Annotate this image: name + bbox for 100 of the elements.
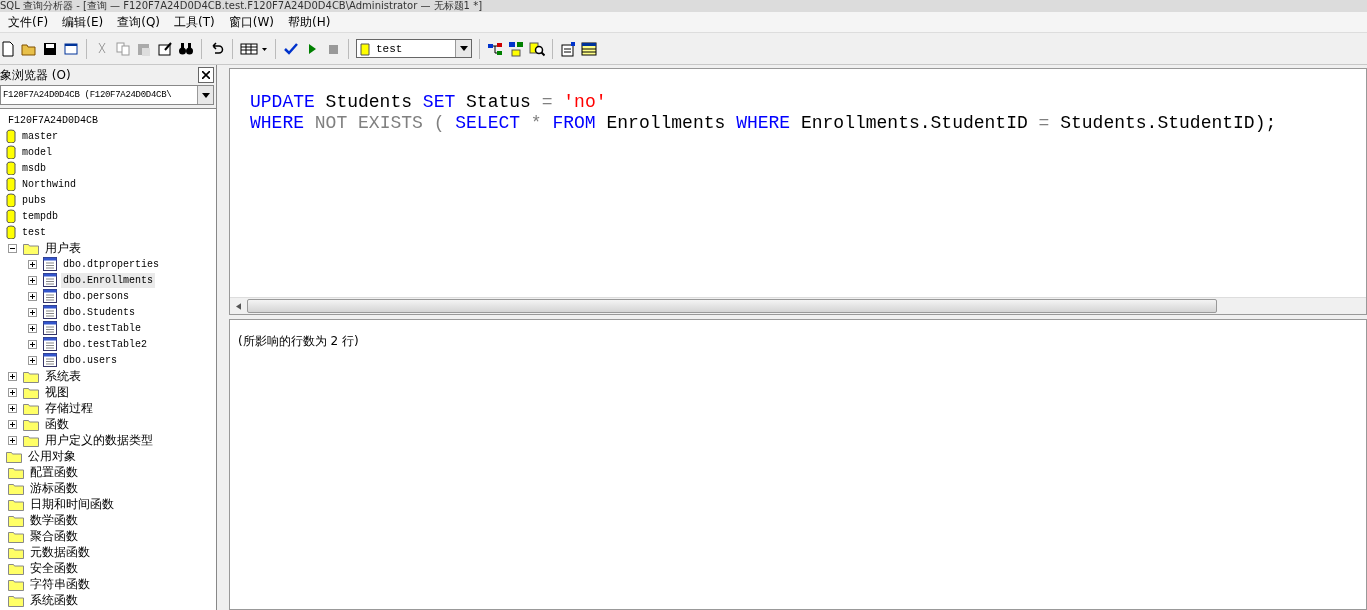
table-icon (43, 305, 57, 319)
tree-item[interactable]: Northwind (20, 176, 78, 192)
folder-icon (8, 513, 24, 527)
folder-icon (23, 401, 39, 415)
binoculars-icon[interactable] (178, 40, 194, 57)
tree-item[interactable]: 聚合函数 (28, 528, 80, 544)
tree-item[interactable]: test (20, 224, 48, 240)
expander-icon[interactable] (28, 259, 37, 269)
tree-item[interactable]: 元数据函数 (28, 544, 92, 560)
folder-icon (23, 433, 39, 447)
tree-item[interactable]: 用户表 (43, 240, 83, 256)
expander-icon[interactable] (8, 435, 17, 445)
expander-icon[interactable] (8, 371, 17, 381)
tree-item[interactable]: 视图 (43, 384, 71, 400)
database-icon (6, 129, 16, 143)
tree-item[interactable]: 公用对象 (26, 448, 78, 464)
database-icon (360, 41, 370, 56)
objects-icon[interactable] (508, 40, 524, 57)
folder-icon (23, 417, 39, 431)
tree-item[interactable]: dbo.dtproperties (61, 256, 161, 272)
tree-item[interactable]: dbo.testTable2 (61, 336, 149, 352)
edit-icon[interactable] (157, 40, 173, 57)
table-icon[interactable] (581, 40, 597, 57)
tree-item[interactable]: F120F7A24D0D4CB (6, 112, 100, 128)
menu-item[interactable]: 工具(T) (174, 13, 215, 31)
new-file-icon[interactable] (0, 40, 16, 57)
caret-icon[interactable] (459, 46, 468, 51)
tree-item[interactable]: 函数 (43, 416, 71, 432)
expander-icon[interactable] (8, 243, 17, 253)
expander-icon[interactable] (28, 323, 37, 333)
tree-item[interactable]: tempdb (20, 208, 60, 224)
tree-item[interactable]: 系统表 (43, 368, 83, 384)
database-icon (6, 177, 16, 191)
tree-item[interactable]: pubs (20, 192, 48, 208)
tree-item[interactable]: 字符串函数 (28, 576, 92, 592)
database-icon (6, 193, 16, 207)
menu-item[interactable]: 编辑(E) (62, 13, 104, 31)
tree-item[interactable]: 数学函数 (28, 512, 80, 528)
table-icon (43, 337, 57, 351)
window-title: SQL 查询分析器 - [查询 — F120F7A24D0D4CB.test.F120F7A24D0D4CB\Administrator — 无标题1 *] (0, 0, 483, 12)
table-icon (43, 257, 57, 271)
database-icon (6, 161, 16, 175)
database-icon (6, 209, 16, 223)
tree-item[interactable]: 用户定义的数据类型 (43, 432, 155, 448)
menu-item[interactable]: 文件(F) (8, 13, 49, 31)
menu-item[interactable]: 窗口(W) (228, 13, 274, 31)
plan-icon[interactable] (487, 40, 503, 57)
server-dropdown[interactable]: F120F7A24D0D4CB (F120F7A24D0D4CB\ (0, 85, 214, 105)
tree-item[interactable]: dbo.persons (61, 288, 131, 304)
folder-icon (6, 449, 22, 463)
close-button[interactable] (198, 67, 214, 83)
search-icon[interactable] (529, 40, 545, 57)
table-icon (43, 289, 57, 303)
tree-item[interactable]: msdb (20, 160, 48, 176)
expander-icon[interactable] (8, 419, 17, 429)
tree-item[interactable]: dbo.users (61, 352, 119, 368)
code-line: UPDATE Students SET Status = 'no' (250, 92, 608, 113)
tree-item[interactable]: dbo.testTable (61, 320, 143, 336)
caret-icon[interactable] (201, 92, 210, 98)
tree-item[interactable]: 日期和时间函数 (28, 496, 116, 512)
properties-icon[interactable] (560, 40, 576, 57)
folder-icon (8, 497, 24, 511)
expander-icon[interactable] (28, 355, 37, 365)
tree-item[interactable]: dbo.Students (61, 304, 137, 320)
tree-item[interactable]: 配置函数 (28, 464, 80, 480)
tree-item[interactable]: 存储过程 (43, 400, 95, 416)
database-icon (6, 145, 16, 159)
close-icon[interactable] (202, 71, 210, 79)
folder-icon (23, 369, 39, 383)
tree-item[interactable]: dbo.Enrollments (61, 272, 155, 288)
undo-icon[interactable] (209, 40, 225, 57)
result-message: (所影响的行数为 2 行) (238, 334, 359, 348)
tree-item[interactable]: 系统函数 (28, 592, 80, 608)
folder-icon (8, 481, 24, 495)
tree-item[interactable]: 游标函数 (28, 480, 80, 496)
database-dropdown[interactable]: test (356, 39, 472, 58)
save-icon[interactable] (42, 40, 58, 57)
menu-item[interactable]: 查询(Q) (117, 13, 161, 31)
expander-icon[interactable] (28, 291, 37, 301)
scroll-left-icon[interactable] (236, 302, 241, 310)
expander-icon[interactable] (28, 275, 37, 285)
folder-icon (23, 385, 39, 399)
folder-icon (8, 529, 24, 543)
horizontal-scrollbar[interactable] (230, 297, 1366, 314)
window-icon[interactable] (63, 40, 79, 57)
expander-icon[interactable] (8, 387, 17, 397)
tree-item[interactable]: model (20, 144, 54, 160)
folder-icon (8, 593, 24, 607)
code-line: WHERE NOT EXISTS ( SELECT * FROM Enrollments WHERE Enrollments.StudentID = Students.StudentID); (250, 113, 1278, 134)
expander-icon[interactable] (8, 403, 17, 413)
panel-title: 象浏览器 (O) (0, 66, 71, 84)
database-icon (6, 225, 16, 239)
grid-dropdown-icon[interactable] (240, 40, 268, 57)
folder-icon (8, 577, 24, 591)
tree-item[interactable]: master (20, 128, 60, 144)
tree-item[interactable]: 安全函数 (28, 560, 80, 576)
expander-icon[interactable] (28, 339, 37, 349)
menu-item[interactable]: 帮助(H) (287, 13, 331, 31)
table-icon (43, 353, 57, 367)
expander-icon[interactable] (28, 307, 37, 317)
